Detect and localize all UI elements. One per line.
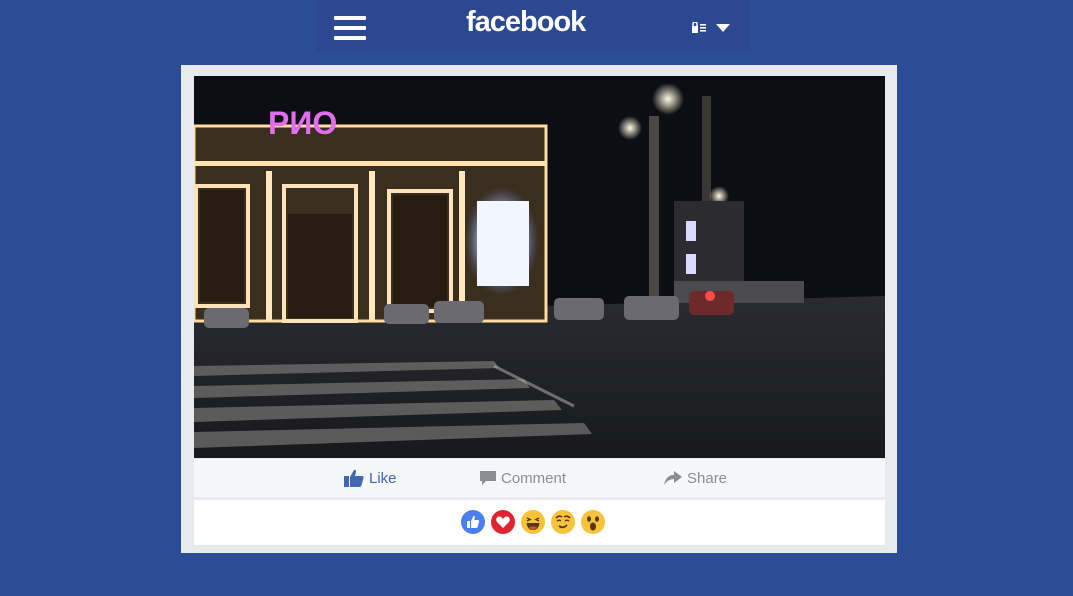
like-button[interactable]: Like (344, 459, 397, 497)
love-reaction-icon[interactable] (491, 510, 515, 534)
account-dropdown[interactable] (692, 22, 730, 33)
post-card: РИО Like Comment Share (181, 65, 897, 553)
wow-reaction-icon[interactable] (551, 510, 575, 534)
like-label: Like (369, 469, 397, 487)
share-label: Share (687, 469, 728, 487)
post-action-bar: Like Comment Share (194, 459, 885, 497)
hamburger-menu-icon[interactable] (334, 16, 366, 44)
comment-bubble-icon (480, 471, 496, 485)
like-reaction-icon[interactable] (461, 510, 485, 534)
share-button[interactable]: Share (664, 459, 727, 497)
thumbs-up-icon (344, 469, 364, 487)
video-sign-text: РИО (268, 105, 337, 141)
haha-reaction-icon[interactable] (521, 510, 545, 534)
share-arrow-icon (664, 471, 682, 485)
comment-label: Comment (501, 469, 567, 487)
top-bar: facebook (316, 0, 750, 52)
facebook-logo[interactable]: facebook (466, 6, 586, 39)
reactions-bar (194, 500, 885, 545)
comment-button[interactable]: Comment (480, 459, 566, 497)
night-scene-video-frame: РИО (194, 76, 885, 458)
caret-down-icon[interactable] (716, 23, 730, 32)
account-lock-icon (692, 22, 706, 33)
post-video[interactable]: РИО (194, 76, 885, 458)
surprised-reaction-icon[interactable] (581, 510, 605, 534)
